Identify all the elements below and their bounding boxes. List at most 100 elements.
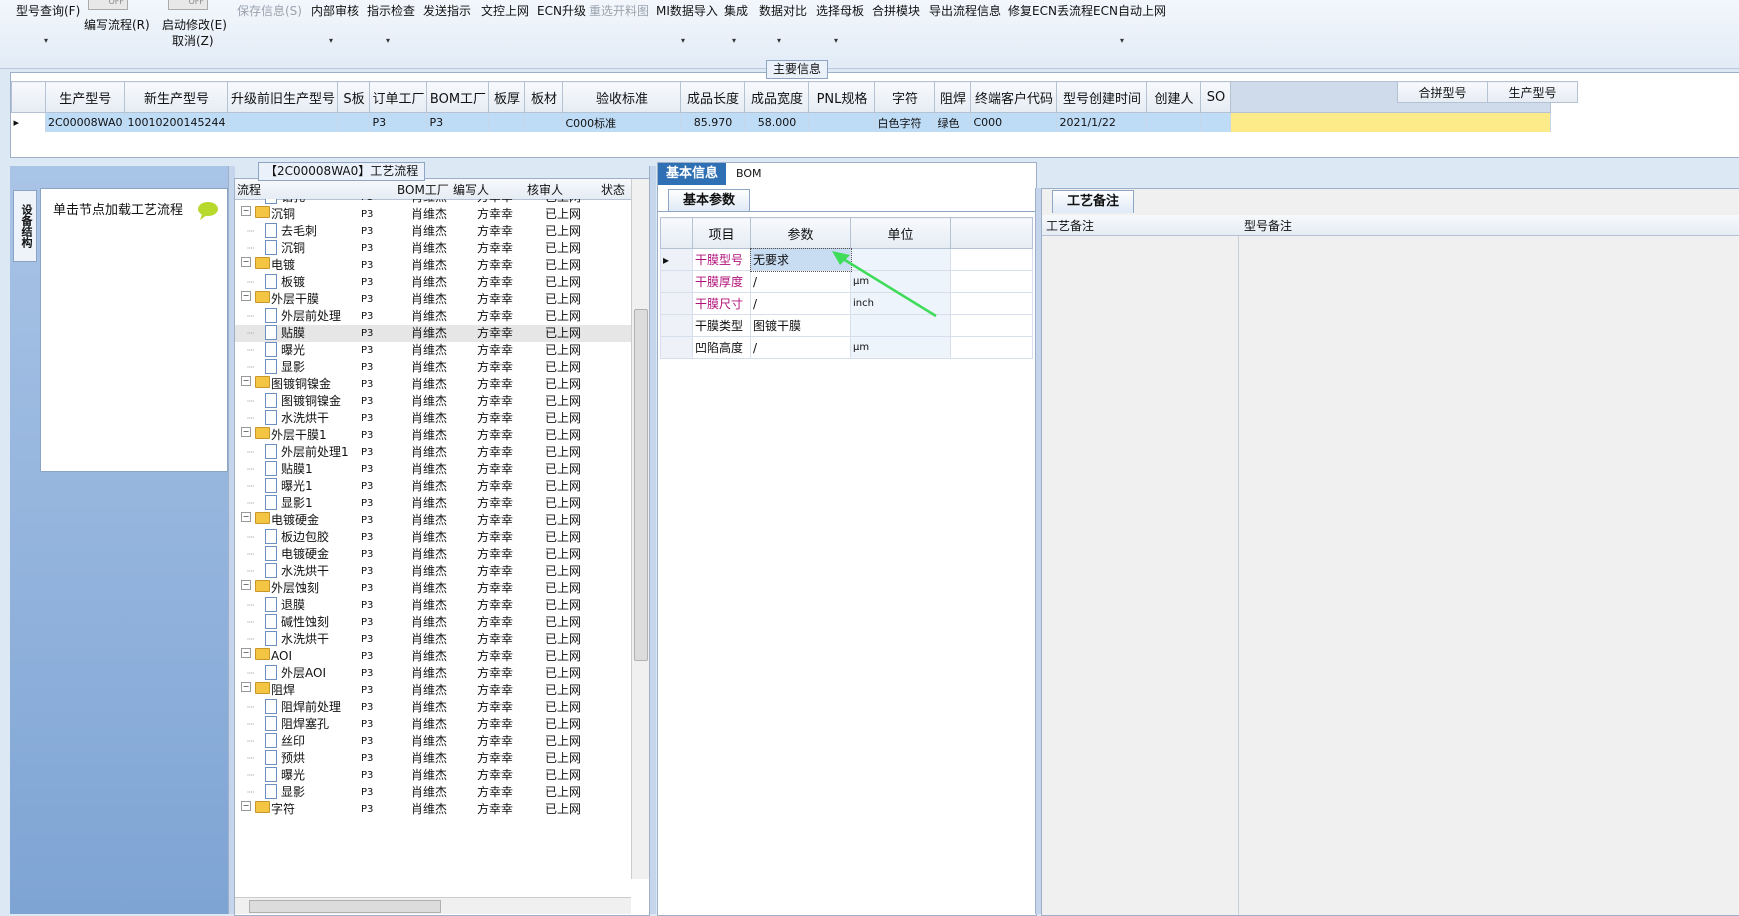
tree-row[interactable]: ┈ 阻焊前处理 P3 肖维杰 方幸幸 已上网 (235, 699, 631, 716)
tree-row[interactable]: ┈ 显影1 P3 肖维杰 方幸幸 已上网 (235, 495, 631, 512)
instruction-check-button[interactable]: 指示检查 (367, 2, 415, 19)
collapse-icon[interactable]: − (241, 376, 251, 386)
table-cell[interactable]: 58.000 (744, 112, 810, 132)
export-flow-info-button[interactable]: 导出流程信息 (929, 2, 1001, 19)
tree-vertical-scrollbar[interactable] (631, 179, 649, 879)
column-header[interactable]: 流程 (237, 181, 261, 198)
table-cell[interactable] (337, 112, 371, 132)
tree-row[interactable]: ┈ 阻焊塞孔 P3 肖维杰 方幸幸 已上网 (235, 716, 631, 733)
row-indicator[interactable] (660, 314, 693, 337)
collapse-icon[interactable]: − (241, 648, 251, 658)
tree-row[interactable]: ┈ 曝光 P3 肖维杰 方幸幸 已上网 (235, 767, 631, 784)
ecn-auto-online-dropdown-icon[interactable]: ▾ (1120, 36, 1124, 45)
column-header[interactable]: 板材 (524, 81, 564, 113)
collapse-icon[interactable]: − (241, 580, 251, 590)
tree-row[interactable]: − 电镀硬金 P3 肖维杰 方幸幸 已上网 (235, 512, 631, 529)
column-header[interactable]: 订单工厂 (369, 81, 428, 113)
scrollbar-thumb[interactable] (634, 309, 648, 661)
tab-process-notes[interactable]: 工艺备注 (1052, 190, 1135, 213)
collapse-icon[interactable]: − (241, 427, 251, 437)
process-notes-text[interactable] (1042, 236, 1239, 915)
tree-row[interactable]: ┈ 水洗烘干 P3 肖维杰 方幸幸 已上网 (235, 410, 631, 427)
tree-row[interactable]: − 外层干膜 P3 肖维杰 方幸幸 已上网 (235, 291, 631, 308)
cancel-button[interactable]: 取消(Z) (172, 32, 214, 49)
table-cell[interactable] (808, 112, 876, 132)
column-header[interactable]: 型号创建时间 (1056, 81, 1148, 113)
table-cell[interactable]: 85.970 (680, 112, 746, 132)
column-header[interactable]: 新生产型号 (124, 81, 229, 113)
param-value-cell[interactable]: / (750, 336, 851, 359)
column-header[interactable]: 创建人 (1146, 81, 1202, 113)
column-header[interactable]: 升级前旧生产型号 (227, 81, 339, 113)
tree-row[interactable]: ┈ 板边包胶 P3 肖维杰 方幸幸 已上网 (235, 529, 631, 546)
doc-control-online-button[interactable]: 文控上网 (481, 2, 529, 19)
collapse-icon[interactable]: − (241, 206, 251, 216)
column-header[interactable]: 字符 (874, 81, 936, 113)
query-model-button[interactable]: 型号查询(F) (16, 2, 80, 19)
column-header[interactable]: 编写人 (453, 181, 489, 198)
table-cell[interactable]: P3 (426, 112, 490, 132)
tree-row[interactable]: ┈ 碱性蚀刻 P3 肖维杰 方幸幸 已上网 (235, 614, 631, 631)
column-header[interactable]: 生产型号 (1487, 81, 1578, 103)
collapse-icon[interactable]: − (241, 291, 251, 301)
select-mother-board-button[interactable]: 选择母板 (816, 2, 864, 19)
tree-row[interactable]: ┈ 外层AOI P3 肖维杰 方幸幸 已上网 (235, 665, 631, 682)
table-cell[interactable]: 白色字符 (874, 112, 936, 132)
select-mother-board-dropdown-icon[interactable]: ▾ (834, 36, 838, 45)
internal-review-dropdown-icon[interactable]: ▾ (329, 36, 333, 45)
column-header[interactable]: 合拼型号 (1397, 81, 1488, 103)
tree-row[interactable]: − AOI P3 肖维杰 方幸幸 已上网 (235, 648, 631, 665)
column-header[interactable]: 成品宽度 (744, 81, 810, 113)
save-info-button[interactable]: 保存信息(S) (237, 2, 302, 19)
tree-row[interactable]: − 字符 P3 肖维杰 方幸幸 已上网 (235, 801, 631, 818)
tree-row[interactable]: ┈ 退膜 P3 肖维杰 方幸幸 已上网 (235, 597, 631, 614)
column-header[interactable]: SO (1200, 81, 1232, 113)
write-flow-toggle[interactable]: OFF (88, 0, 128, 10)
tree-row[interactable]: ┈ 水洗烘干 P3 肖维杰 方幸幸 已上网 (235, 563, 631, 580)
column-header[interactable]: BOM工厂 (426, 81, 490, 113)
tree-row[interactable]: − 外层干膜1 P3 肖维杰 方幸幸 已上网 (235, 427, 631, 444)
data-compare-dropdown-icon[interactable]: ▾ (777, 36, 781, 45)
tree-row[interactable]: − 外层蚀刻 P3 肖维杰 方幸幸 已上网 (235, 580, 631, 597)
start-modify-button[interactable]: 启动修改(E) (162, 16, 227, 33)
column-header[interactable]: 生产型号 (44, 81, 126, 113)
tree-row[interactable]: ┈ 外层前处理 P3 肖维杰 方幸幸 已上网 (235, 308, 631, 325)
tree-row[interactable]: − 电镀 P3 肖维杰 方幸幸 已上网 (235, 257, 631, 274)
table-cell[interactable] (1146, 112, 1202, 132)
ecn-upgrade-button[interactable]: ECN升级 (537, 2, 586, 19)
selected-cell[interactable] (1230, 112, 1552, 132)
row-indicator-icon[interactable]: ▸ (11, 112, 46, 132)
tree-row[interactable]: − 阻焊 P3 肖维杰 方幸幸 已上网 (235, 682, 631, 699)
tree-row[interactable]: − 图镀铜镍金 P3 肖维杰 方幸幸 已上网 (235, 376, 631, 393)
collapse-icon[interactable]: − (241, 512, 251, 522)
table-cell[interactable] (227, 112, 339, 132)
column-header[interactable]: BOM工厂 (397, 181, 449, 198)
model-notes-text[interactable] (1239, 236, 1739, 915)
tree-row[interactable]: ┈ 显影 P3 肖维杰 方幸幸 已上网 (235, 359, 631, 376)
ecn-auto-online-button[interactable]: ECN自动上网 (1093, 2, 1166, 19)
collapse-icon[interactable]: − (241, 257, 251, 267)
center-splitter[interactable] (649, 166, 656, 914)
tree-row[interactable]: ┈ 外层前处理1 P3 肖维杰 方幸幸 已上网 (235, 444, 631, 461)
tab-basic-info[interactable]: 基本信息 (658, 163, 727, 185)
table-cell[interactable] (524, 112, 564, 132)
column-header[interactable]: 成品长度 (680, 81, 746, 113)
table-cell[interactable]: P3 (369, 112, 428, 132)
tree-row[interactable]: ┈ 去毛刺 P3 肖维杰 方幸幸 已上网 (235, 223, 631, 240)
tree-row[interactable]: ┈ 显影 P3 肖维杰 方幸幸 已上网 (235, 784, 631, 801)
table-cell[interactable]: 2C00008WA0 (45, 112, 126, 132)
tree-horizontal-scrollbar[interactable] (235, 897, 631, 914)
write-flow-button[interactable]: 编写流程(R) (84, 16, 150, 33)
param-unit-cell[interactable]: μm (850, 336, 951, 359)
internal-review-button[interactable]: 内部审核 (311, 2, 359, 19)
tree-row[interactable]: − 沉铜 P3 肖维杰 方幸幸 已上网 (235, 206, 631, 223)
tree-row[interactable]: ┈ 曝光 P3 肖维杰 方幸幸 已上网 (235, 342, 631, 359)
column-header[interactable]: 项目 (692, 217, 751, 249)
tab-device-structure[interactable]: 设备结构 (13, 190, 37, 262)
tree-row[interactable]: ┈ 水洗烘干 P3 肖维杰 方幸幸 已上网 (235, 631, 631, 648)
collapse-icon[interactable]: − (241, 801, 251, 811)
reselect-cut-chart-button[interactable]: 重选开料图 (589, 2, 649, 19)
table-row[interactable]: 凹陷高度 / μm (660, 336, 1033, 359)
tab-basic-params[interactable]: 基本参数 (668, 189, 751, 212)
tab-bom[interactable]: BOM (728, 163, 770, 185)
